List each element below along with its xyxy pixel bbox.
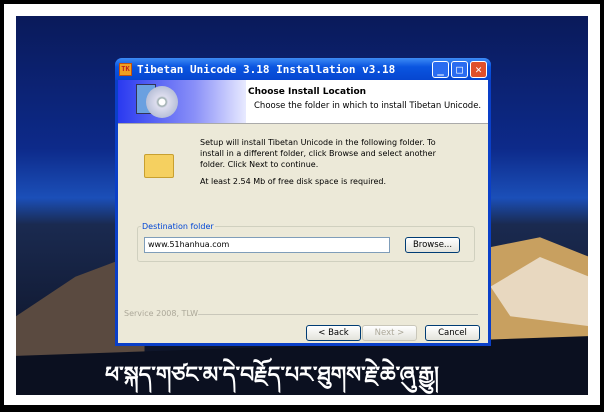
- cancel-button[interactable]: Cancel: [425, 325, 480, 341]
- maximize-button[interactable]: □: [451, 60, 468, 78]
- minimize-button[interactable]: _: [432, 60, 449, 78]
- page-subtitle: Choose the folder in which to install Ti…: [254, 101, 482, 111]
- wizard-body: Setup will install Tibetan Unicode in th…: [118, 124, 488, 343]
- destination-input[interactable]: www.51hanhua.com: [144, 237, 390, 253]
- next-button[interactable]: Next >: [362, 325, 417, 341]
- installer-graphic: [118, 80, 246, 123]
- folder-icon: [144, 154, 174, 178]
- app-icon: TK: [119, 62, 132, 76]
- close-button[interactable]: ✕: [470, 60, 487, 78]
- installer-window: TK Tibetan Unicode 3.18 Installation v3.…: [115, 58, 491, 346]
- title-bar[interactable]: TK Tibetan Unicode 3.18 Installation v3.…: [115, 58, 491, 80]
- back-button[interactable]: < Back: [306, 325, 361, 341]
- window-title: Tibetan Unicode 3.18 Installation v3.18: [137, 62, 396, 76]
- cd-icon: [146, 86, 178, 118]
- tibetan-caption: ཕ་སྐད་གཙང་མ་དེ་བརྗོད་པར་ཐུགས་རྗེ་ཆེ་ཞུ་ར…: [105, 363, 439, 388]
- footer-divider: [198, 314, 478, 315]
- description-text: Setup will install Tibetan Unicode in th…: [200, 138, 436, 169]
- page-title: Choose Install Location: [248, 87, 367, 97]
- space-required-text: At least 2.54 Mb of free disk space is r…: [200, 177, 387, 186]
- wizard-header: Choose Install Location Choose the folde…: [118, 80, 488, 124]
- branding-text: Service 2008, TLW: [124, 309, 199, 318]
- browse-button[interactable]: Browse...: [405, 237, 460, 253]
- destination-label: Destination folder: [142, 222, 214, 231]
